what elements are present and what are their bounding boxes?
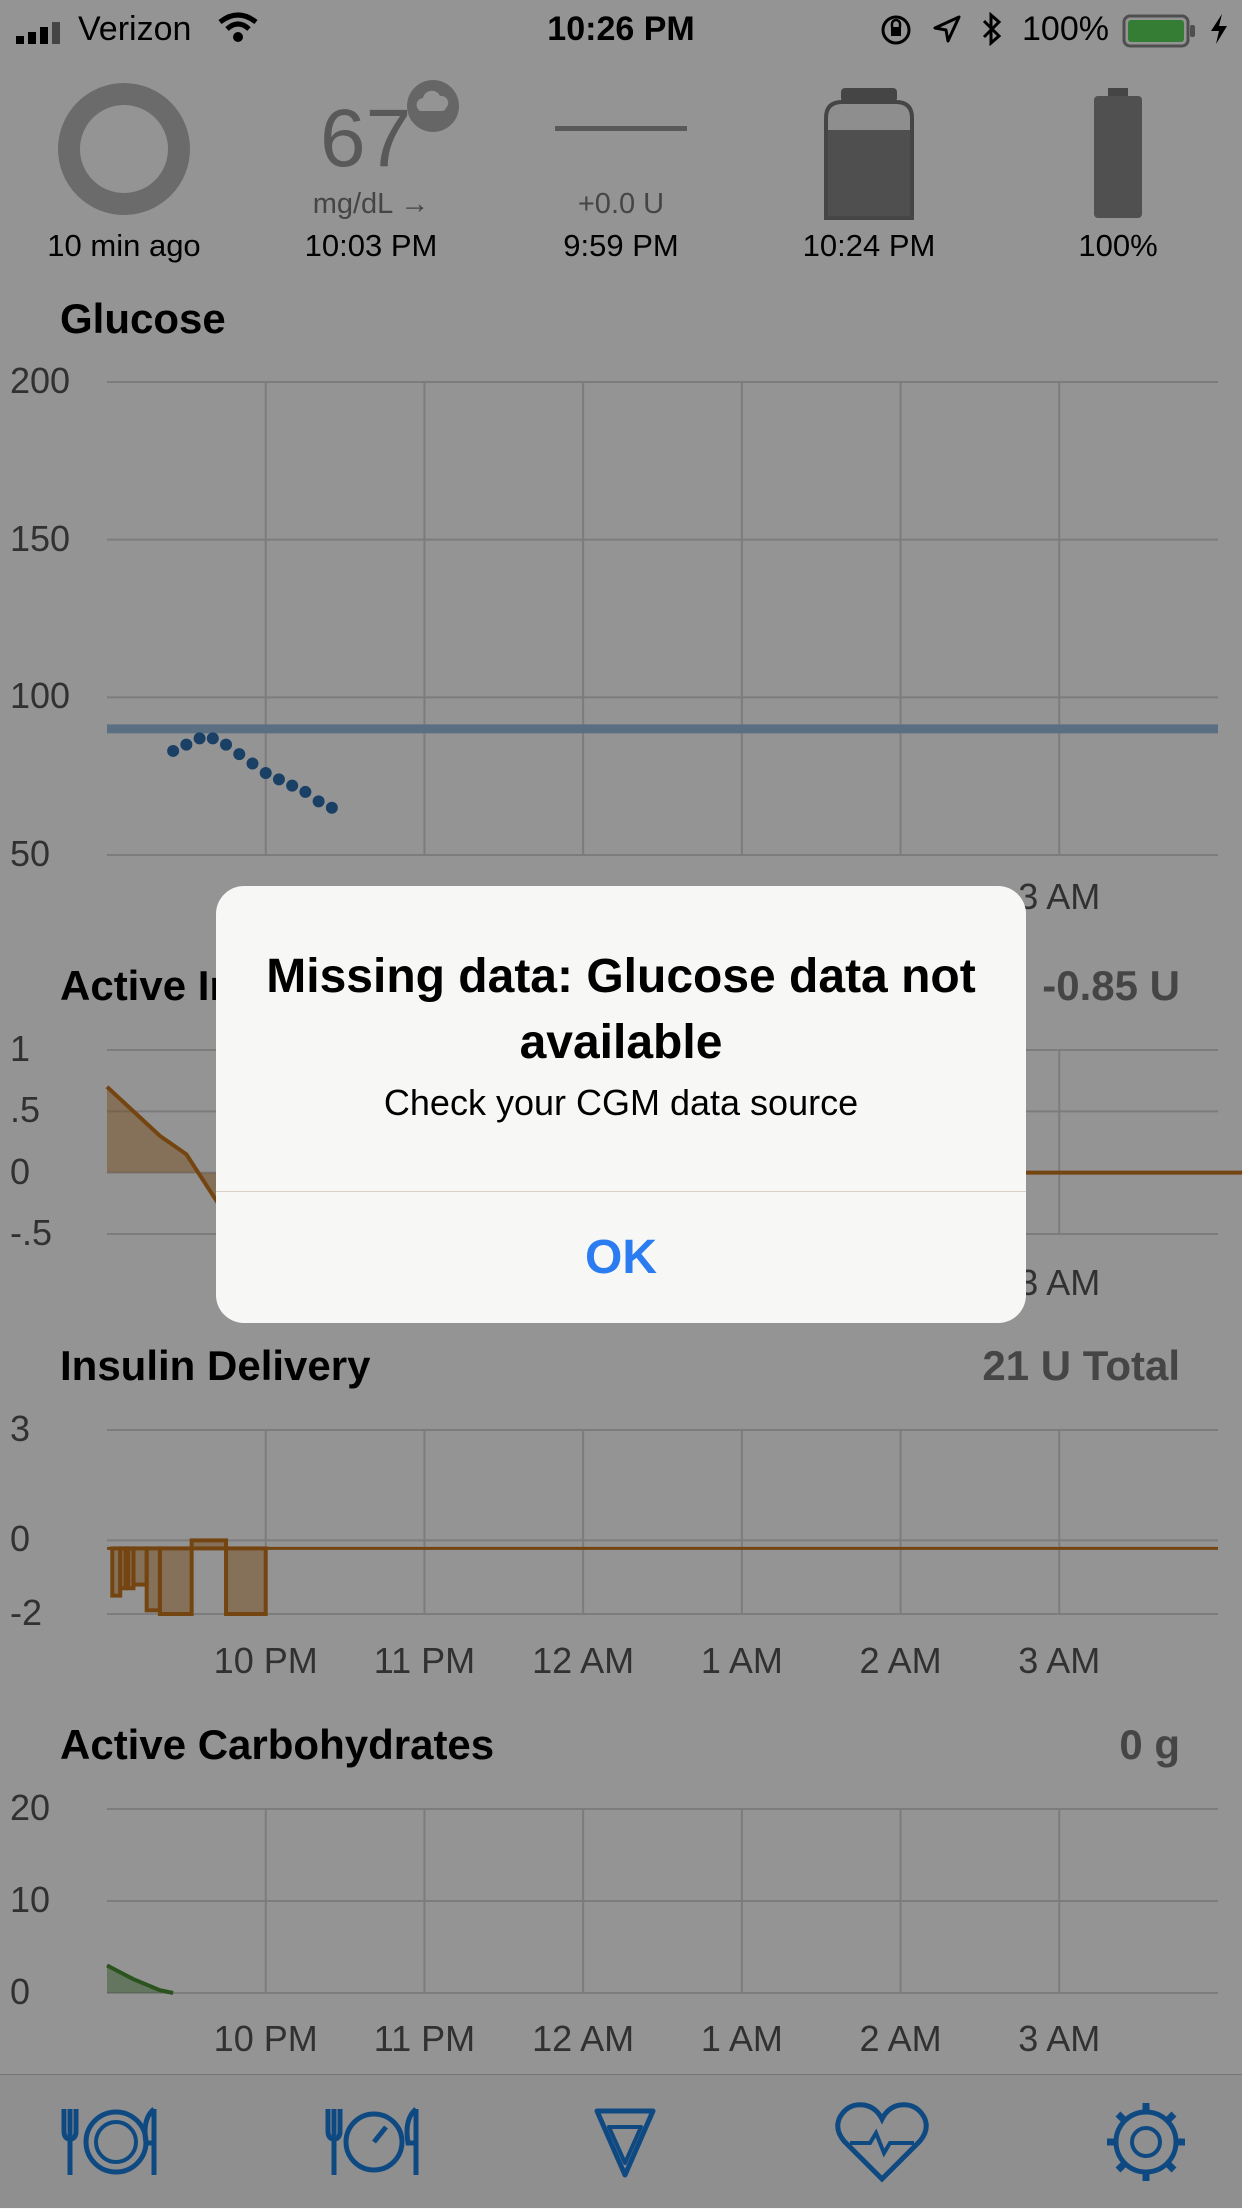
alert-ok-button[interactable]: OK (216, 1192, 1026, 1323)
alert-title: Missing data: Glucose data not available (266, 950, 976, 1069)
alert-dialog: Missing data: Glucose data not available… (216, 886, 1026, 1323)
alert-message: Check your CGM data source (383, 1082, 859, 1123)
